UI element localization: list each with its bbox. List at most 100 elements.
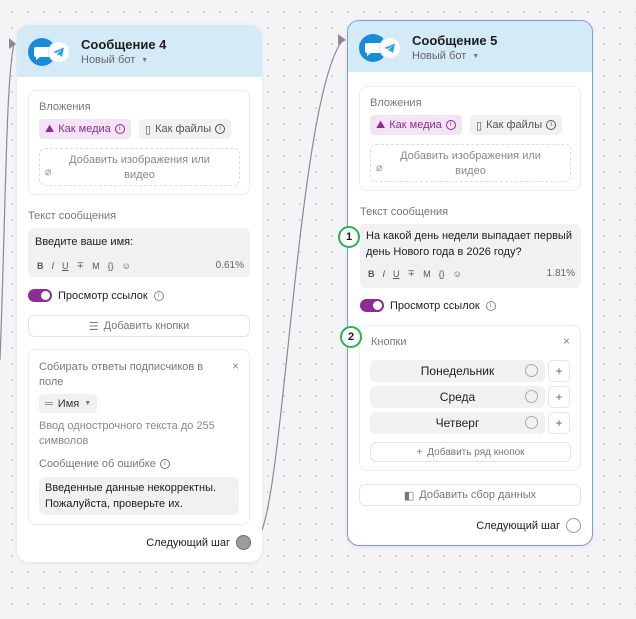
info-icon: i [445,120,456,130]
link-preview-row[interactable]: Просмотр ссылок i [28,289,164,302]
error-text[interactable]: Введенные данные некорректны. Пожалуйста… [45,480,235,512]
as-files-toggle[interactable]: ▯ Как файлы i [139,119,232,139]
error-label: Сообщение об ошибке [39,458,156,470]
media-dropzone[interactable]: Добавить изображения или видео [370,144,571,182]
code-icon[interactable]: {} [439,269,445,279]
caret-down-icon: ▼ [472,53,480,60]
text-field-icon: ═ [45,397,53,410]
as-files-toggle[interactable]: ▯ Как файлы i [470,115,563,135]
italic-icon[interactable]: I [383,269,386,279]
as-media-label: Как медиа [389,119,442,131]
emoji-icon[interactable]: ☺ [122,261,131,271]
message-text[interactable]: На какой день недели выпадает первый ден… [366,228,576,260]
buttons-icon: ☰ [88,320,99,333]
media-dropzone[interactable]: Добавить изображения или видео [39,148,240,186]
connector-between-cards [261,39,344,531]
add-button-row-button[interactable]: + Добавить ряд кнопок [370,442,571,462]
connector-incoming-left [0,43,15,361]
card-title: Сообщение 4 [81,37,167,52]
keyboard-button[interactable]: Четверг [370,412,545,434]
add-data-collection-button[interactable]: ◧ Добавить сбор данных [359,484,581,506]
as-media-toggle[interactable]: ⛰ Как медиа i [39,119,131,139]
message-text[interactable]: Введите ваше имя: [35,234,133,250]
message-card-4[interactable]: Сообщение 4 Новый бот ▼ Вложения ⛰ Как м… [17,25,262,562]
keyboard-button-label: Понедельник [420,364,495,378]
bold-icon[interactable]: B [368,269,375,279]
message-card-5[interactable]: Сообщение 5 Новый бот ▼ Вложения ⛰ Как м… [347,20,593,546]
field-selector[interactable]: ═ Имя ▼ [39,394,98,413]
error-message-editor[interactable]: Введенные данные некорректны. Пожалуйста… [39,477,239,515]
link-preview-row[interactable]: Просмотр ссылок i [360,299,496,312]
add-button-in-row[interactable]: + [548,412,570,434]
step-badge-2: 2 [340,326,362,348]
telegram-icon [48,41,70,63]
message-editor[interactable]: Введите ваше имя: B I U ∓ M {} ☺ 0.61% [28,228,250,277]
attachments-box: Вложения ⛰ Как медиа i ▯ Как файлы i Доб… [359,86,581,191]
channel-icons [28,38,78,66]
field-name: Имя [57,397,80,410]
bold-icon[interactable]: B [37,261,44,271]
monospace-icon[interactable]: M [92,261,100,271]
code-icon[interactable]: {} [108,261,114,271]
buttons-box: Кнопки × Понедельник + Среда + Четверг +… [359,325,581,471]
caret-down-icon: ▼ [84,400,92,407]
link-preview-toggle[interactable] [360,299,384,312]
link-preview-toggle[interactable] [28,289,52,302]
button-port[interactable] [525,416,538,429]
attachments-label: Вложения [370,97,422,109]
close-icon[interactable]: × [232,359,239,373]
keyboard-row: Среда + [370,386,572,408]
strike-icon[interactable]: ∓ [408,268,416,279]
button-port[interactable] [525,364,538,377]
connector-arrowhead-right [338,34,346,45]
info-icon: i [153,290,164,301]
collect-title: Собирать ответы подписчиков в поле [39,361,204,388]
card-title: Сообщение 5 [412,33,498,48]
as-files-label: Как файлы [155,123,212,135]
link-preview-label: Просмотр ссылок [390,299,480,312]
add-buttons-label: Добавить кнопки [103,320,190,332]
keyboard-button[interactable]: Среда [370,386,545,408]
bot-selector[interactable]: Новый бот ▼ [412,49,592,64]
button-port[interactable] [525,390,538,403]
underline-icon[interactable]: U [62,261,69,271]
next-step-row[interactable]: Следующий шаг [146,535,251,550]
card-header[interactable]: Сообщение 5 Новый бот ▼ [348,21,592,72]
bot-selector[interactable]: Новый бот ▼ [81,53,262,68]
step-badge-1: 1 [338,226,360,248]
add-buttons-button[interactable]: ☰ Добавить кнопки [28,315,250,337]
monospace-icon[interactable]: M [423,269,431,279]
dropzone-text: Добавить изображения или видео [69,154,210,181]
bot-name: Новый бот [412,50,467,62]
next-step-label: Следующий шаг [146,536,230,549]
next-step-port[interactable] [236,535,251,550]
italic-icon[interactable]: I [52,261,55,271]
as-media-toggle[interactable]: ⛰ Как медиа i [370,115,462,135]
keyboard-button[interactable]: Понедельник [370,360,545,382]
emoji-icon[interactable]: ☺ [453,269,462,279]
info-icon: i [546,120,557,130]
buttons-label: Кнопки [371,336,407,348]
add-button-in-row[interactable]: + [548,386,570,408]
next-step-row[interactable]: Следующий шаг [476,518,581,533]
telegram-icon [379,37,401,59]
next-step-port[interactable] [566,518,581,533]
next-step-label: Следующий шаг [476,519,560,532]
close-icon[interactable]: × [563,334,570,348]
info-icon: i [485,300,496,311]
strike-icon[interactable]: ∓ [77,260,85,271]
underline-icon[interactable]: U [393,269,400,279]
input-hint: Ввод однострочного текста до 255 символо… [39,420,215,447]
dropzone-text: Добавить изображения или видео [400,150,541,177]
add-button-in-row[interactable]: + [548,360,570,382]
collect-icon: ◧ [403,489,415,502]
channel-icons [359,34,409,62]
file-icon: ▯ [145,123,152,136]
info-icon: i [114,124,125,134]
keyboard-button-label: Четверг [435,416,480,430]
card-header[interactable]: Сообщение 4 Новый бот ▼ [17,25,262,77]
keyboard-row: Четверг + [370,412,572,434]
message-text-label: Текст сообщения [360,206,449,218]
message-editor[interactable]: На какой день недели выпадает первый ден… [360,224,581,288]
connector-arrowhead-left [9,38,16,49]
